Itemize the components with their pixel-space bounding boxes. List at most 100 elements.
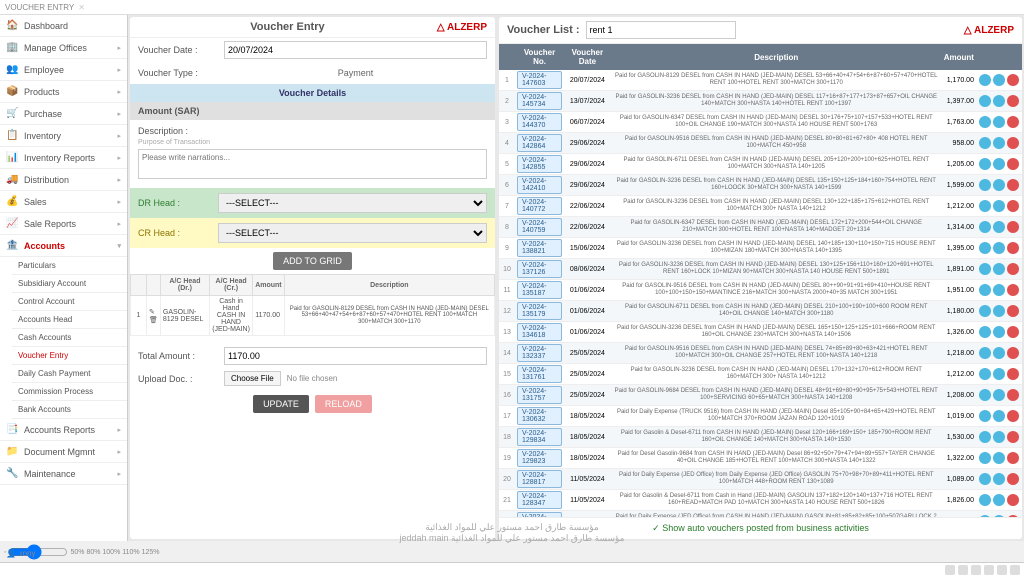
view-icon[interactable] [979,179,991,191]
voucher-no-link[interactable]: V-2024-145734 [517,92,562,110]
print-icon[interactable] [993,200,1005,212]
view-icon[interactable] [979,284,991,296]
voucher-no-link[interactable]: V-2024-138821 [517,239,562,257]
view-icon[interactable] [979,347,991,359]
dr-head-select[interactable]: ---SELECT--- [218,193,487,213]
view-icon[interactable] [979,137,991,149]
view-icon[interactable] [979,410,991,422]
view-icon[interactable] [979,116,991,128]
delete-icon[interactable] [1007,284,1019,296]
print-icon[interactable] [993,410,1005,422]
delete-icon[interactable] [1007,263,1019,275]
view-icon[interactable] [979,368,991,380]
print-icon[interactable] [993,137,1005,149]
delete-icon[interactable] [1007,200,1019,212]
view-icon[interactable] [979,221,991,233]
voucher-no-link[interactable]: V-2024-135187 [517,281,562,299]
delete-icon[interactable] [1007,137,1019,149]
view-icon[interactable] [979,389,991,401]
nav-sub-item[interactable]: Control Account [12,293,127,311]
add-to-grid-button[interactable]: ADD TO GRID [273,252,352,270]
delete-icon[interactable] [1007,473,1019,485]
voucher-no-link[interactable]: V-2024-131761 [517,365,562,383]
nav-item[interactable]: 📁Document Mgmnt▸ [0,441,127,463]
voucher-no-link[interactable]: V-2024-129834 [517,428,562,446]
print-icon[interactable] [993,347,1005,359]
view-icon[interactable] [979,74,991,86]
delete-icon[interactable] [1007,410,1019,422]
view-icon[interactable] [979,452,991,464]
voucher-no-link[interactable]: V-2024-137126 [517,260,562,278]
voucher-no-link[interactable]: V-2024-142864 [517,134,562,152]
nav-item[interactable]: 📊Inventory Reports▸ [0,147,127,169]
delete-icon[interactable] [1007,74,1019,86]
voucher-no-link[interactable]: V-2024-131757 [517,386,562,404]
voucher-no-link[interactable]: V-2024-129823 [517,449,562,467]
voucher-no-link[interactable]: V-2024-140772 [517,197,562,215]
view-icon[interactable] [979,242,991,254]
print-icon[interactable] [993,305,1005,317]
nav-item[interactable]: 🏢Manage Offices▸ [0,37,127,59]
delete-icon[interactable] [1007,326,1019,338]
print-icon[interactable] [993,95,1005,107]
voucher-no-link[interactable]: V-2024-142855 [517,155,562,173]
nav-item[interactable]: 📋Inventory▸ [0,125,127,147]
view-icon[interactable] [979,305,991,317]
delete-icon[interactable] [1007,305,1019,317]
delete-icon[interactable] [1007,242,1019,254]
edit-icon[interactable]: ✎🗑 [147,296,161,336]
update-button[interactable]: UPDATE [253,395,309,413]
voucher-no-link[interactable]: V-2024-144370 [517,113,562,131]
choose-file-button[interactable]: Choose File [224,371,281,386]
nav-item[interactable]: 🔧Maintenance▸ [0,463,127,485]
print-icon[interactable] [993,368,1005,380]
delete-icon[interactable] [1007,179,1019,191]
print-icon[interactable] [993,158,1005,170]
nav-sub-item[interactable]: Particulars [12,257,127,275]
nav-item[interactable]: 📑Accounts Reports▸ [0,419,127,441]
print-icon[interactable] [993,242,1005,254]
voucher-no-link[interactable]: V-2024-135179 [517,302,562,320]
view-icon[interactable] [979,200,991,212]
nav-sub-item[interactable]: Commission Process [12,383,127,401]
description-input[interactable] [138,149,487,179]
nav-sub-item[interactable]: Accounts Head [12,311,127,329]
delete-icon[interactable] [1007,158,1019,170]
nav-item[interactable]: 🛒Purchase▸ [0,103,127,125]
voucher-no-link[interactable]: V-2024-142410 [517,176,562,194]
print-icon[interactable] [993,431,1005,443]
print-icon[interactable] [993,221,1005,233]
print-icon[interactable] [993,263,1005,275]
view-icon[interactable] [979,431,991,443]
print-icon[interactable] [993,473,1005,485]
nav-item[interactable]: 🏠Dashboard [0,15,127,37]
print-icon[interactable] [993,179,1005,191]
view-icon[interactable] [979,158,991,170]
delete-icon[interactable] [1007,368,1019,380]
delete-icon[interactable] [1007,347,1019,359]
cr-head-select[interactable]: ---SELECT--- [218,223,487,243]
view-icon[interactable] [979,326,991,338]
voucher-no-link[interactable]: V-2024-130632 [517,407,562,425]
nav-item[interactable]: 👥Employee▸ [0,59,127,81]
voucher-date-input[interactable] [224,41,487,59]
nav-item[interactable]: 🚚Distribution▸ [0,169,127,191]
delete-icon[interactable] [1007,116,1019,128]
print-icon[interactable] [993,74,1005,86]
nav-sub-item[interactable]: Subsidiary Account [12,275,127,293]
reload-button[interactable]: RELOAD [315,395,372,413]
voucher-no-link[interactable]: V-2024-134618 [517,323,562,341]
nav-accounts[interactable]: 🏦 Accounts ▾ [0,235,127,257]
view-icon[interactable] [979,95,991,107]
view-icon[interactable] [979,494,991,506]
print-icon[interactable] [993,326,1005,338]
delete-icon[interactable] [1007,494,1019,506]
delete-icon[interactable] [1007,431,1019,443]
print-icon[interactable] [993,284,1005,296]
delete-icon[interactable] [1007,95,1019,107]
voucher-no-link[interactable]: V-2024-132337 [517,344,562,362]
print-icon[interactable] [993,116,1005,128]
print-icon[interactable] [993,452,1005,464]
voucher-no-link[interactable]: V-2024-128817 [517,470,562,488]
delete-icon[interactable] [1007,452,1019,464]
